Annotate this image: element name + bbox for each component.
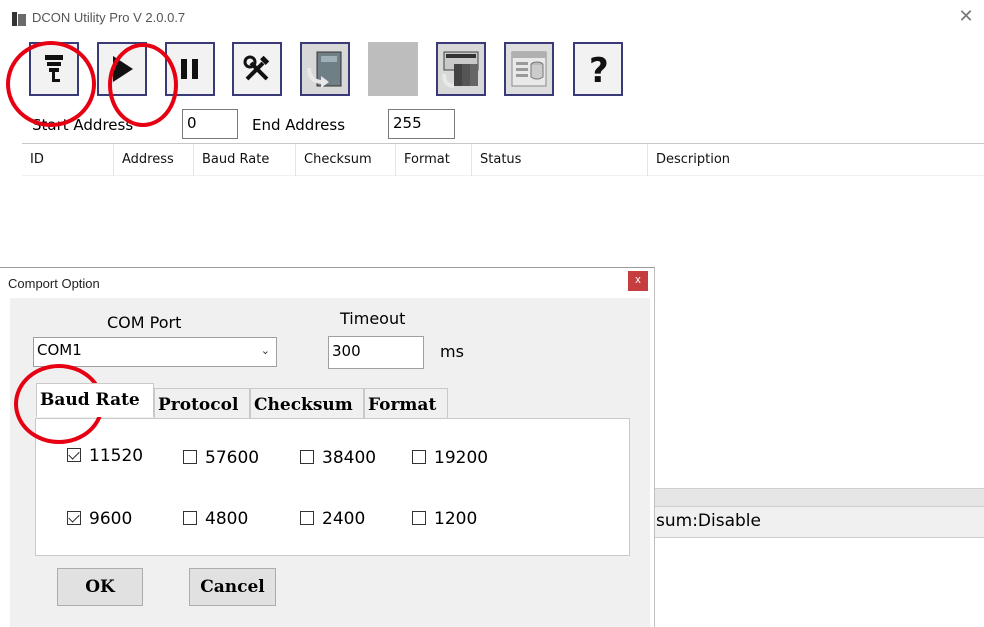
column-id[interactable]: ID	[22, 144, 114, 176]
baud-label: 4800	[205, 509, 249, 529]
status-bar: sum:Disable	[650, 488, 984, 538]
baud-checkbox-57600[interactable]: 57600	[183, 448, 259, 468]
pause-icon	[181, 59, 198, 79]
ok-button[interactable]: OK	[57, 568, 143, 606]
com-port-button[interactable]	[29, 42, 79, 96]
tab-checksum[interactable]: Checksum	[250, 388, 364, 420]
tools-button[interactable]	[232, 42, 282, 96]
status-text: sum:Disable	[656, 511, 761, 531]
svg-text:?: ?	[589, 51, 609, 87]
column-status[interactable]: Status	[472, 144, 648, 176]
checkbox-icon	[300, 511, 314, 525]
column-description[interactable]: Description	[648, 144, 984, 176]
timeout-unit: ms	[440, 342, 464, 361]
list-header: ID Address Baud Rate Checksum Format Sta…	[22, 144, 984, 176]
help-icon: ?	[589, 51, 609, 87]
checkbox-icon	[300, 450, 314, 464]
baud-checkbox-1200[interactable]: 1200	[412, 509, 477, 529]
baud-label: 19200	[434, 448, 489, 468]
cancel-button[interactable]: Cancel	[189, 568, 276, 606]
checkbox-checked-icon	[67, 448, 81, 462]
baud-checkbox-38400[interactable]: 38400	[300, 448, 376, 468]
checkbox-icon	[183, 511, 197, 525]
start-address-label: Start Address	[32, 116, 134, 134]
tab-baud-rate[interactable]: Baud Rate	[36, 383, 154, 417]
end-address-label: End Address	[252, 116, 346, 134]
baud-checkbox-11520[interactable]: 11520	[67, 446, 143, 466]
window-db-button[interactable]	[504, 42, 554, 96]
window-db-icon	[511, 51, 547, 87]
baud-label: 9600	[89, 509, 133, 529]
baud-checkbox-9600[interactable]: 9600	[67, 509, 132, 529]
pause-button[interactable]	[165, 42, 215, 96]
com-port-icon	[45, 55, 63, 82]
start-scan-button[interactable]	[97, 42, 147, 96]
checkbox-icon	[183, 450, 197, 464]
module-scan-button[interactable]	[436, 42, 486, 96]
baud-checkbox-19200[interactable]: 19200	[412, 448, 488, 468]
timeout-input[interactable]: 300	[328, 336, 424, 369]
dialog-close-button[interactable]: x	[628, 271, 648, 291]
disabled-button	[368, 42, 418, 96]
start-address-input[interactable]: 0	[182, 109, 238, 139]
baud-rate-panel	[35, 418, 630, 556]
tools-icon	[243, 55, 270, 81]
window-close-button[interactable]: ✕	[956, 6, 976, 28]
baud-label: 1200	[434, 509, 478, 529]
checkbox-icon	[412, 511, 426, 525]
tab-protocol[interactable]: Protocol	[154, 388, 250, 420]
checkbox-checked-icon	[67, 511, 81, 525]
play-icon	[113, 56, 133, 82]
horizontal-scrollbar[interactable]	[650, 488, 984, 506]
module-scan-icon	[442, 51, 479, 88]
column-format[interactable]: Format	[396, 144, 472, 176]
checkbox-icon	[412, 450, 426, 464]
module-refresh-button[interactable]	[300, 42, 350, 96]
com-port-select[interactable]: COM1 ⌄	[33, 337, 277, 367]
baud-checkbox-2400[interactable]: 2400	[300, 509, 365, 529]
com-port-label: COM Port	[107, 313, 182, 332]
timeout-label: Timeout	[340, 309, 406, 328]
column-address[interactable]: Address	[114, 144, 194, 176]
baud-checkbox-4800[interactable]: 4800	[183, 509, 248, 529]
column-checksum[interactable]: Checksum	[296, 144, 396, 176]
com-port-value: COM1	[37, 341, 82, 359]
module-refresh-icon	[307, 51, 342, 88]
tab-format[interactable]: Format	[364, 388, 448, 420]
baud-label: 57600	[205, 448, 260, 468]
dialog-title: Comport Option	[8, 276, 100, 291]
end-address-input[interactable]: 255	[388, 109, 455, 139]
title-bar: DCON Utility Pro V 2.0.0.7 ✕	[0, 0, 984, 36]
dialog-title-bar: Comport Option x	[0, 268, 654, 298]
status-panel: sum:Disable	[650, 506, 984, 538]
baud-label: 11520	[89, 446, 144, 466]
baud-label: 38400	[322, 448, 377, 468]
column-baud-rate[interactable]: Baud Rate	[194, 144, 296, 176]
window-title: DCON Utility Pro V 2.0.0.7	[32, 10, 186, 25]
help-button[interactable]: ?	[573, 42, 623, 96]
baud-label: 2400	[322, 509, 366, 529]
app-icon	[12, 12, 26, 26]
chevron-down-icon: ⌄	[260, 344, 270, 357]
